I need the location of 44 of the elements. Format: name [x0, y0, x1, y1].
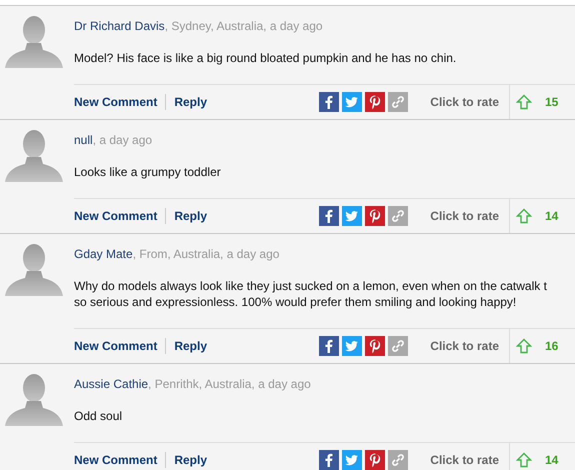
link-icon[interactable]	[388, 206, 408, 226]
rate-label: Click to rate	[430, 452, 499, 469]
pinterest-icon[interactable]	[365, 206, 386, 226]
twitter-icon[interactable]	[342, 450, 362, 470]
upvote-arrow-icon[interactable]	[516, 338, 532, 354]
rate-label: Click to rate	[430, 338, 499, 355]
upvote-arrow-icon[interactable]	[516, 452, 532, 468]
reply-link[interactable]: Reply	[174, 337, 208, 355]
pinterest-icon[interactable]	[365, 336, 386, 356]
comment-meta: Aussie Cathie, Penrithk, Australia, a day ago	[74, 376, 312, 392]
rate-label: Click to rate	[430, 94, 499, 111]
new-comment-link[interactable]: New Comment	[74, 207, 158, 225]
vote-count: 16	[545, 338, 558, 355]
reply-link[interactable]: Reply	[174, 451, 208, 469]
link-icon[interactable]	[388, 450, 408, 470]
rate-label: Click to rate	[430, 208, 499, 225]
comment-text: Odd soul	[74, 408, 124, 425]
upvote-arrow-icon[interactable]	[516, 208, 532, 224]
link-icon[interactable]	[388, 336, 408, 356]
comment-text: Model? His face is like a big round bloated pumpkin and he has no chin.	[74, 50, 458, 67]
comment-text: Looks like a grumpy toddler	[74, 164, 222, 181]
reply-link[interactable]: Reply	[174, 207, 208, 225]
comment-meta: Gday Mate, From, Australia, a day ago	[74, 246, 280, 262]
vote-count: 14	[545, 208, 558, 225]
comment-meta: null, a day ago	[74, 132, 154, 148]
comment-text: Why do models always look like they just sucked on a lemon, even when on the catwalk t so serious and expressionless. 100% would prefer them smiling and looking happy!	[74, 278, 548, 311]
pinterest-icon[interactable]	[365, 450, 386, 470]
pinterest-icon[interactable]	[365, 92, 386, 112]
new-comment-link[interactable]: New Comment	[74, 93, 158, 111]
facebook-icon[interactable]	[319, 450, 340, 470]
vote-count: 14	[545, 452, 558, 469]
twitter-icon[interactable]	[342, 206, 362, 226]
facebook-icon[interactable]	[319, 92, 340, 112]
vote-count: 15	[545, 94, 558, 111]
link-icon[interactable]	[388, 92, 408, 112]
comment-meta: Dr Richard Davis, Sydney, Australia, a day ago	[74, 18, 324, 34]
new-comment-link[interactable]: New Comment	[74, 337, 158, 355]
facebook-icon[interactable]	[319, 336, 340, 356]
facebook-icon[interactable]	[319, 206, 340, 226]
new-comment-link[interactable]: New Comment	[74, 451, 158, 469]
twitter-icon[interactable]	[342, 336, 362, 356]
reply-link[interactable]: Reply	[174, 93, 208, 111]
twitter-icon[interactable]	[342, 92, 362, 112]
upvote-arrow-icon[interactable]	[516, 94, 532, 110]
